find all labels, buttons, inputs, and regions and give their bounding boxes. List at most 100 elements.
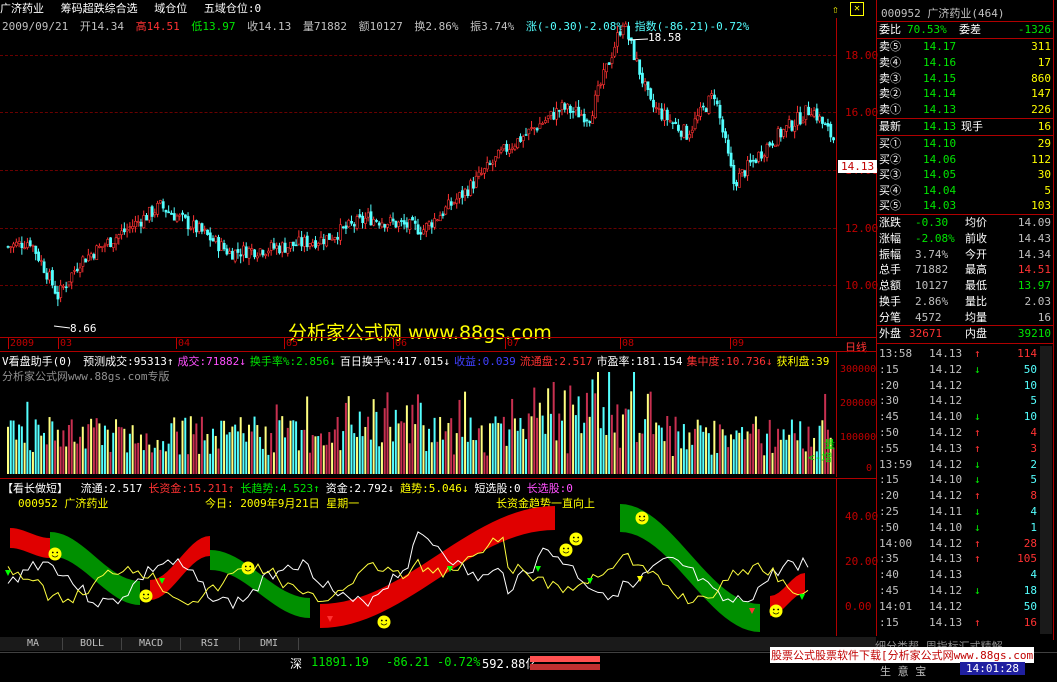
ask-row[interactable]: 卖② 14.14 147 bbox=[877, 86, 1053, 102]
scroll-up-icon[interactable]: ⇧ bbox=[832, 3, 839, 16]
close-icon[interactable]: ✕ bbox=[850, 2, 864, 16]
volume-bar bbox=[500, 423, 503, 474]
bid-row[interactable]: 买③ 14.05 30 bbox=[877, 167, 1053, 183]
tick-row[interactable]: :40 14.13 4 bbox=[877, 567, 1053, 582]
quote-volume: 311 bbox=[1031, 40, 1051, 53]
volume-bar bbox=[408, 443, 411, 474]
volume-bar bbox=[677, 431, 680, 474]
candle-body bbox=[361, 215, 365, 223]
volume-bar bbox=[710, 454, 713, 474]
volume-bar bbox=[680, 448, 683, 474]
candle-body bbox=[355, 216, 359, 229]
tab-macd[interactable]: MACD bbox=[122, 638, 181, 650]
tick-cell: 14.12 bbox=[929, 457, 963, 471]
tick-cell: 14.12 bbox=[929, 394, 963, 408]
tab-boll[interactable]: BOLL bbox=[63, 638, 122, 650]
tick-row[interactable]: 14:01 14.12 50 bbox=[877, 599, 1053, 614]
candle-body bbox=[70, 272, 74, 283]
candle-body bbox=[452, 202, 456, 205]
candle-body bbox=[92, 254, 96, 259]
candle-body bbox=[411, 217, 414, 221]
signal-arrow-icon bbox=[799, 594, 805, 600]
candle-body bbox=[809, 114, 813, 117]
candle-body bbox=[544, 120, 547, 123]
candle-body bbox=[242, 245, 245, 256]
tick-row[interactable]: :15 14.10 ↓ 5 bbox=[877, 472, 1053, 487]
ask-row[interactable]: 卖③ 14.15 860 bbox=[877, 71, 1053, 87]
indicator-chart[interactable] bbox=[0, 478, 836, 636]
candle-body bbox=[228, 250, 232, 254]
candle-body bbox=[15, 241, 18, 247]
tick-row[interactable]: :50 14.10 ↓ 1 bbox=[877, 520, 1053, 535]
candle-body bbox=[253, 249, 257, 258]
volume-bar bbox=[20, 426, 23, 474]
volume-bars[interactable] bbox=[0, 370, 836, 474]
candle-body bbox=[436, 219, 439, 222]
stat-cell: 10127 bbox=[915, 279, 949, 293]
volume-bar bbox=[236, 431, 239, 474]
volume-bar bbox=[549, 413, 552, 474]
scrolling-ticker[interactable]: 股票公式股票软件下载[分析家公式网www.88gs.com bbox=[770, 647, 1035, 663]
tick-row[interactable]: :20 14.12 10 bbox=[877, 378, 1053, 393]
formula-name[interactable]: 筹码超跌综合选 bbox=[61, 2, 138, 15]
ask-row[interactable]: 卖④ 14.16 17 bbox=[877, 55, 1053, 71]
volume-bar bbox=[70, 419, 73, 474]
volume-bar bbox=[585, 392, 588, 474]
tick-cell: ↓ bbox=[974, 520, 981, 534]
ask-row[interactable]: 卖① 14.13 226 bbox=[877, 102, 1053, 118]
tick-scrollbar[interactable] bbox=[1040, 346, 1052, 634]
tick-cell: ↑ bbox=[974, 441, 981, 455]
volume-bar bbox=[541, 415, 544, 474]
candle-body bbox=[167, 211, 171, 214]
volume-bar bbox=[441, 439, 444, 474]
candle-body bbox=[422, 229, 426, 235]
tick-row[interactable]: 13:58 14.13 ↑ 114 bbox=[877, 346, 1053, 361]
stat-cell: 14.43 bbox=[1017, 231, 1051, 245]
tick-row[interactable]: :15 14.13 ↑ 16 bbox=[877, 615, 1053, 630]
chart-area[interactable]: 广济药业 筹码超跌综合选 域仓位 五域仓位:0 ⇧ ✕ 2009/09/21 开… bbox=[0, 0, 878, 636]
candle-body bbox=[175, 215, 179, 222]
candle-body bbox=[469, 180, 473, 196]
candle-body bbox=[386, 223, 389, 228]
volume-bar bbox=[320, 433, 323, 474]
bid-row[interactable]: 买④ 14.04 5 bbox=[877, 183, 1053, 199]
tick-cell: 4 bbox=[1030, 568, 1037, 582]
volume-bar bbox=[433, 417, 436, 474]
tick-list[interactable]: 13:58 14.13 ↑ 114:15 14.12 ↓ 50:20 14.12 10:30 14… bbox=[877, 346, 1053, 632]
volume-bar bbox=[137, 442, 140, 474]
tick-row[interactable]: :20 14.12 ↑ 8 bbox=[877, 488, 1053, 503]
tick-row[interactable]: :15 14.12 ↓ 50 bbox=[877, 362, 1053, 377]
candle-body bbox=[37, 251, 40, 261]
tick-row[interactable]: :55 14.13 ↑ 3 bbox=[877, 441, 1053, 456]
tick-cell: :40 bbox=[879, 568, 899, 582]
volume-bar bbox=[250, 431, 253, 474]
candle-body bbox=[574, 106, 578, 111]
period-label[interactable]: 日线 bbox=[845, 339, 867, 355]
candle-body bbox=[665, 109, 669, 121]
candlestick-chart[interactable] bbox=[0, 18, 836, 336]
bid-row[interactable]: 买② 14.06 112 bbox=[877, 152, 1053, 168]
candle-body bbox=[607, 62, 611, 65]
bid-row[interactable]: 买① 14.10 29 bbox=[877, 136, 1053, 152]
ask-row[interactable]: 卖⑤ 14.17 311 bbox=[877, 39, 1053, 55]
tab-ma[interactable]: MA bbox=[4, 638, 63, 650]
tick-row[interactable]: 13:59 14.12 ↓ 2 bbox=[877, 457, 1053, 472]
volume-formula-name[interactable]: V看盘助手(0) bbox=[2, 355, 73, 368]
candle-body bbox=[114, 237, 118, 245]
tick-row[interactable]: 14:00 14.12 ↑ 28 bbox=[877, 536, 1053, 551]
tick-cell: 14.13 bbox=[929, 615, 963, 629]
tab-rsi[interactable]: RSI bbox=[181, 638, 240, 650]
tab-dmi[interactable]: DMI bbox=[240, 638, 299, 650]
candle-body bbox=[64, 286, 68, 289]
tick-row[interactable]: :45 14.10 ↓ 10 bbox=[877, 409, 1053, 424]
candle-body bbox=[136, 221, 140, 223]
volume-bar bbox=[192, 434, 195, 474]
tick-row[interactable]: :30 14.12 5 bbox=[877, 393, 1053, 408]
volume-bar bbox=[173, 417, 176, 474]
tick-row[interactable]: :25 14.11 ↓ 4 bbox=[877, 504, 1053, 519]
bid-row[interactable]: 买⑤ 14.03 103 bbox=[877, 198, 1053, 214]
tick-row[interactable]: :45 14.12 ↓ 18 bbox=[877, 583, 1053, 598]
volume-bar bbox=[311, 435, 314, 474]
tick-row[interactable]: :35 14.13 ↑ 105 bbox=[877, 551, 1053, 566]
tick-row[interactable]: :50 14.12 ↑ 4 bbox=[877, 425, 1053, 440]
